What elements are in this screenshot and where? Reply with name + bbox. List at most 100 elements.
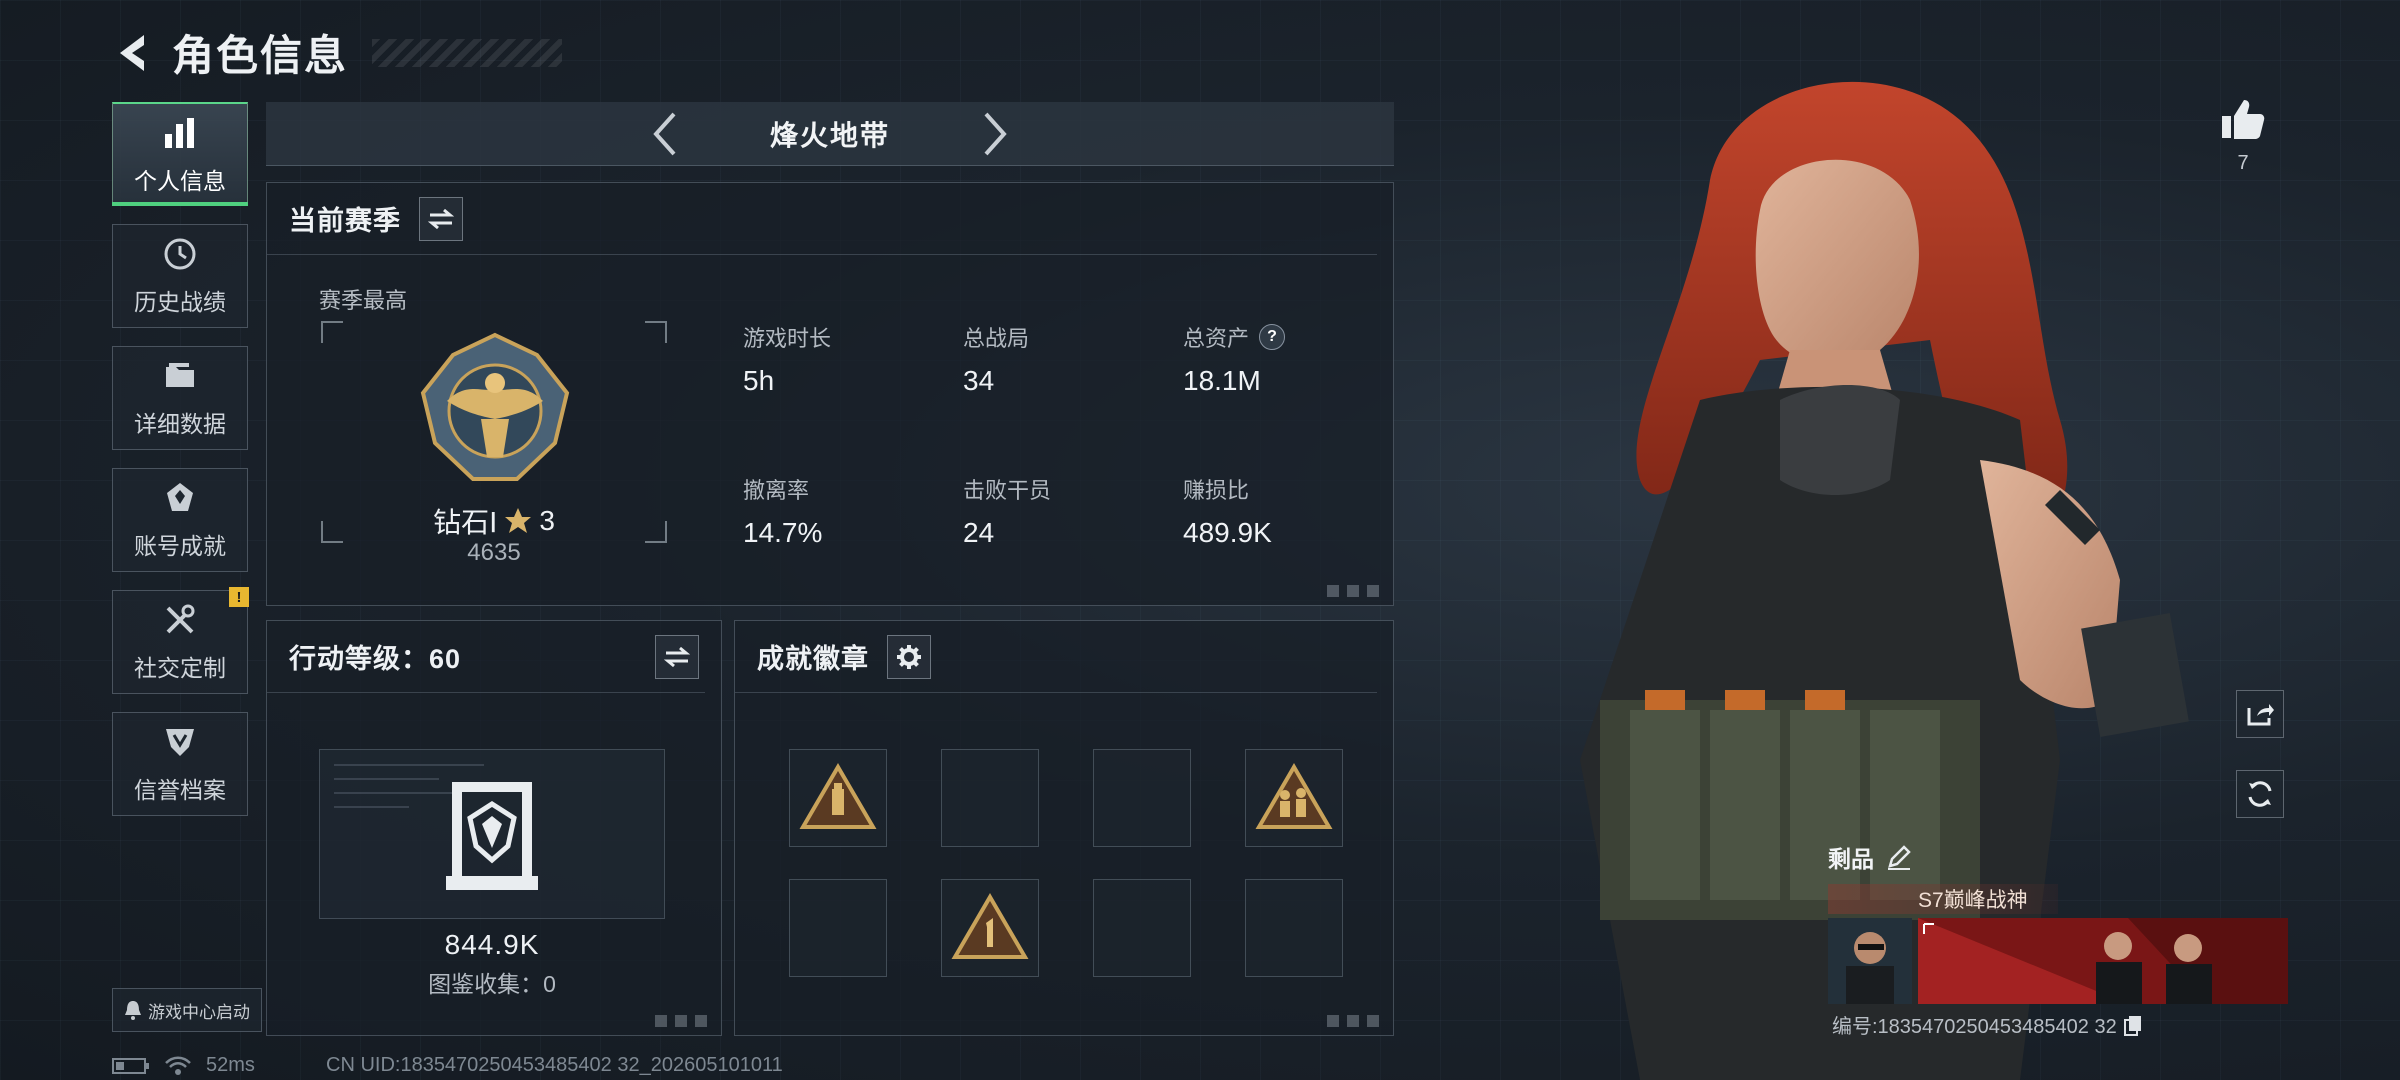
badge-slot-6[interactable] [941, 879, 1039, 977]
stat-label: 击败干员 [963, 478, 1052, 503]
sidebar-item-detailed-data[interactable]: 详细数据 [112, 346, 248, 450]
diamond-rank-emblem-icon [420, 332, 570, 481]
back-button[interactable] [110, 27, 154, 79]
thumbs-up-icon [2222, 100, 2265, 139]
status-bar: 52ms [112, 1054, 255, 1077]
stat-label: 总战局 [963, 326, 1030, 351]
badge-slot-5[interactable] [789, 879, 887, 977]
sidebar-item-social-custom[interactable]: ! 社交定制 [112, 587, 249, 694]
sidebar-item-personal-info[interactable]: 个人信息 [112, 102, 248, 206]
swap-icon [428, 208, 454, 229]
mode-title: 烽火地带 [769, 119, 890, 151]
sidebar-item-label: 账号成就 [134, 533, 226, 559]
triangle-badge-soldiers-icon [1255, 763, 1333, 829]
level-title: 行动等级：60 [289, 644, 462, 674]
triangle-badge-number-one-icon [951, 893, 1029, 959]
page-header: 角色信息 [110, 22, 563, 83]
stat-profit-loss-ratio: 赚损比 489.9K [1183, 473, 1383, 549]
badge-slot-3[interactable] [1093, 749, 1191, 847]
folder-icon [161, 357, 199, 395]
stat-extraction-rate: 撤离率 14.7% [743, 473, 943, 549]
sidebar-item-achievements[interactable]: 账号成就 [112, 468, 248, 572]
triangle-badge-bottle-icon [799, 763, 877, 829]
trophy-serial: 编号:1835470250453485402 32 [1832, 1016, 2117, 1038]
bar-chart-icon [161, 114, 199, 152]
badge-slot-4[interactable] [1245, 749, 1343, 847]
game-center-launch-button[interactable]: 游戏中心启动 [112, 988, 262, 1032]
season-title: 当前赛季 [289, 206, 401, 236]
sidebar-item-history[interactable]: 历史战绩 [112, 224, 248, 328]
sidebar-item-label: 历史战绩 [134, 289, 226, 315]
stat-value: 34 [963, 365, 995, 396]
stat-label: 撤离率 [743, 478, 810, 503]
shield-icon [161, 723, 199, 761]
corner-decoration [655, 1015, 711, 1027]
edit-icon[interactable] [1886, 844, 1912, 870]
sidebar-item-label: 详细数据 [134, 411, 226, 437]
stat-value: 18.1M [1183, 365, 1261, 396]
next-mode-button[interactable] [965, 104, 1025, 164]
rank-score: 4635 [467, 539, 521, 566]
stat-label: 游戏时长 [743, 326, 832, 351]
badges-panel-header: 成就徽章 [735, 621, 1377, 693]
tools-icon [161, 601, 199, 639]
switch-level-button[interactable] [655, 634, 699, 679]
uid-text: CN UID:1835470250453485402 32_2026051010… [326, 1054, 783, 1076]
switch-season-button[interactable] [419, 196, 463, 241]
ping-value: 52ms [206, 1054, 255, 1076]
battery-icon [112, 1057, 149, 1074]
wifi-icon [165, 1056, 191, 1075]
season-panel-header: 当前赛季 [267, 183, 1377, 255]
like-count: 7 [2237, 152, 2249, 174]
sidebar-item-label: 个人信息 [134, 167, 226, 194]
page-title: 角色信息 [172, 32, 349, 79]
stat-label: 赚损比 [1183, 478, 1250, 503]
achievement-badges-panel: 成就徽章 [734, 620, 1394, 1036]
badge-slot-1[interactable] [789, 749, 887, 847]
chevron-right-icon [984, 112, 1007, 155]
level-value: 844.9K [444, 929, 540, 960]
stat-value: 24 [963, 517, 995, 548]
trophy-card-image[interactable] [1828, 918, 2288, 1004]
badge-slot-2[interactable] [941, 749, 1039, 847]
share-icon [2247, 704, 2274, 726]
trophy-name-bar: S7巅峰战神 [1828, 884, 2058, 914]
trophy-area: 剩品 S7巅峰战神 编号:1835470250453485402 32 [1828, 840, 2288, 1038]
refresh-button[interactable] [2236, 770, 2284, 818]
trophy-title: 剩品 [1828, 846, 1874, 872]
badges-title: 成就徽章 [757, 644, 869, 674]
corner-decoration [1327, 585, 1383, 597]
achievement-icon [161, 479, 199, 517]
stat-play-time: 游戏时长 5h [743, 321, 943, 397]
badge-slot-7[interactable] [1093, 879, 1191, 977]
sidebar-item-reputation[interactable]: 信誉档案 [112, 712, 248, 816]
stat-total-matches: 总战局 34 [963, 321, 1163, 397]
badge-slot-8[interactable] [1245, 879, 1343, 977]
level-panel-header: 行动等级：60 [267, 621, 705, 693]
stat-label: 总资产 [1183, 326, 1250, 351]
chevron-left-icon [653, 112, 676, 155]
rank-stars: 3 [539, 505, 555, 536]
gear-icon [897, 644, 921, 669]
alert-badge: ! [229, 587, 249, 607]
stat-value: 14.7% [743, 517, 823, 548]
mode-selector: 烽火地带 [266, 102, 1394, 166]
share-button[interactable] [2236, 690, 2284, 738]
refresh-icon [2248, 781, 2272, 807]
bell-icon [125, 1001, 141, 1020]
rank-tier: 钻石Ⅰ [433, 507, 498, 538]
help-icon[interactable]: ? [1259, 324, 1286, 350]
swap-icon [664, 646, 690, 667]
like-button[interactable]: 7 [2218, 96, 2268, 175]
prev-mode-button[interactable] [635, 104, 695, 164]
rank-name: 钻石Ⅰ 3 [321, 501, 667, 541]
title-decoration [372, 38, 563, 67]
level-emblem-box [319, 749, 665, 919]
season-peak-label: 赛季最高 [319, 288, 408, 313]
action-level-panel: 行动等级：60 844.9K 图鉴收集：0 [266, 620, 722, 1036]
copy-icon[interactable] [2123, 1014, 2143, 1036]
badge-settings-button[interactable] [887, 634, 931, 679]
stat-total-assets: 总资产 ? 18.1M [1183, 321, 1383, 397]
stat-value: 5h [743, 365, 775, 396]
collection-count: 图鉴收集：0 [428, 971, 556, 997]
